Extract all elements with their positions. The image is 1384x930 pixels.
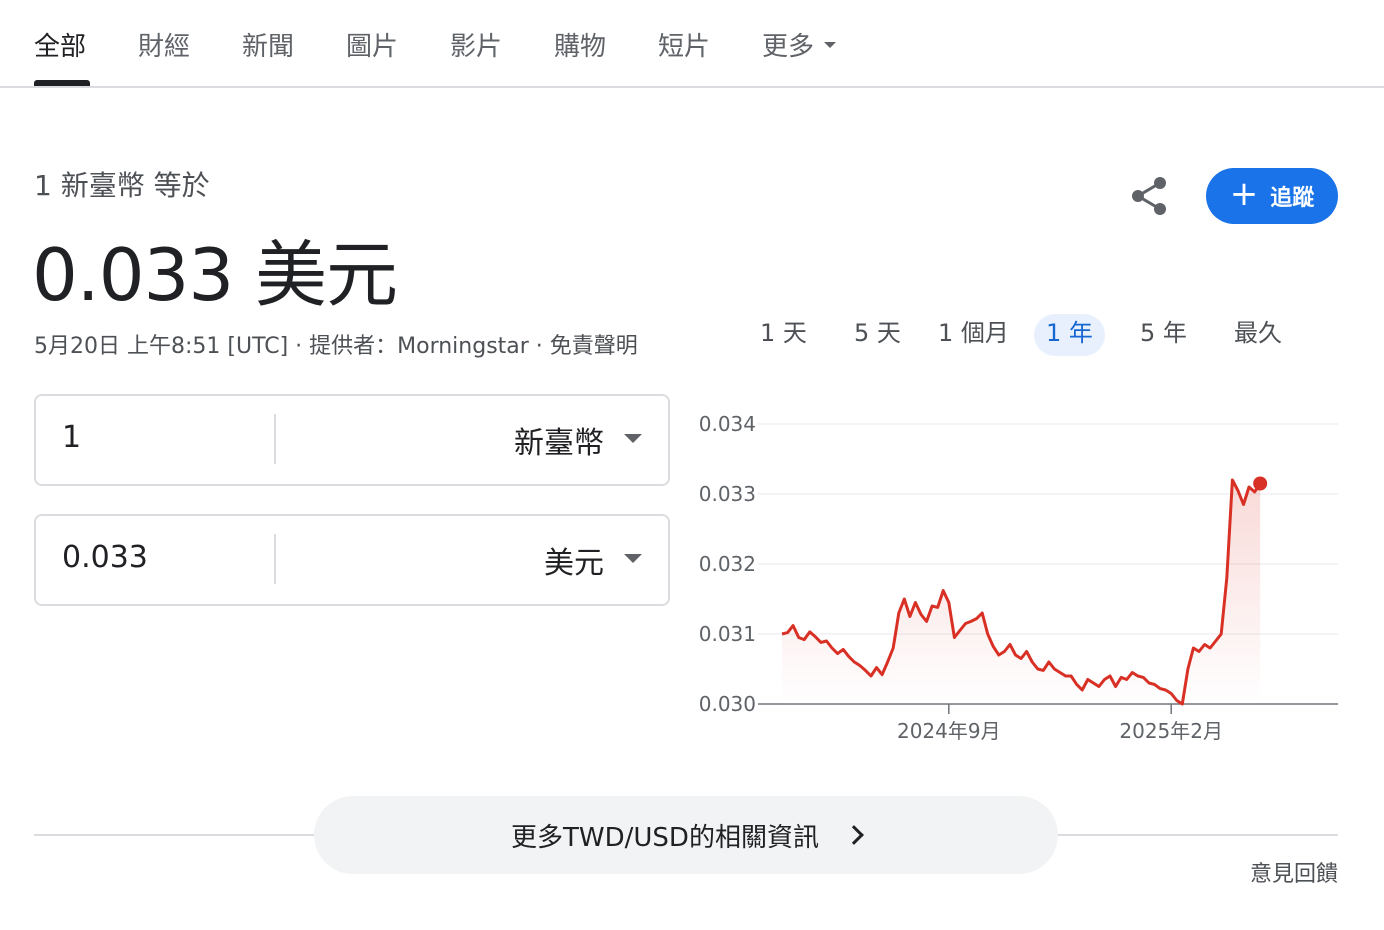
share-icon — [1132, 177, 1166, 215]
latest-point-marker — [1253, 476, 1268, 491]
conversion-meta: 5月20日 上午8:51 [UTC] · 提供者：Morningstar · 免… — [34, 334, 638, 359]
dropdown-arrow-icon[interactable] — [624, 434, 642, 443]
tab-shopping[interactable]: 購物 — [554, 26, 606, 63]
tab-more[interactable]: 更多 — [762, 26, 837, 63]
range-1d[interactable]: 1 天 — [748, 314, 819, 356]
feedback-link[interactable]: 意見回饋 — [1250, 856, 1338, 888]
from-currency-select[interactable]: 新臺幣 — [514, 418, 604, 462]
footer-divider-right — [1056, 834, 1338, 836]
follow-label: 追蹤 — [1270, 186, 1315, 211]
to-amount-input[interactable]: 0.033 — [62, 540, 148, 575]
range-1m[interactable]: 1 個月 — [926, 314, 1021, 356]
follow-button[interactable]: + 追蹤 — [1206, 168, 1338, 224]
to-currency-select[interactable]: 美元 — [544, 538, 604, 582]
active-tab-indicator — [34, 80, 90, 86]
y-tick-label: 0.030 — [699, 692, 756, 716]
y-tick-label: 0.032 — [699, 552, 756, 576]
range-max[interactable]: 最久 — [1222, 314, 1294, 356]
share-button[interactable] — [1124, 170, 1176, 222]
range-5d[interactable]: 5 天 — [842, 314, 913, 356]
y-tick-label: 0.034 — [699, 412, 756, 436]
more-info-button[interactable]: 更多TWD/USD的相關資訊 — [314, 796, 1058, 874]
exchange-rate-chart[interactable]: 0.030 0.031 0.032 0.033 0.034 2024年9月 2025年2月 — [690, 400, 1350, 760]
caret-down-icon — [824, 41, 837, 48]
range-1y[interactable]: 1 年 — [1034, 314, 1105, 356]
tab-videos[interactable]: 影片 — [450, 26, 502, 63]
divider — [274, 534, 276, 584]
more-info-label: 更多TWD/USD的相關資訊 — [511, 822, 819, 853]
x-tick-label: 2025年2月 — [1119, 719, 1223, 743]
to-currency-row: 0.033 美元 — [34, 514, 670, 606]
y-tick-label: 0.033 — [699, 482, 756, 506]
conversion-result: 0.033 美元 — [32, 233, 398, 317]
from-currency-row: 1 新臺幣 — [34, 394, 670, 486]
tab-news[interactable]: 新聞 — [242, 26, 294, 63]
tab-shorts[interactable]: 短片 — [658, 26, 710, 63]
dropdown-arrow-icon[interactable] — [624, 554, 642, 563]
y-tick-label: 0.031 — [699, 622, 756, 646]
chevron-right-icon — [844, 825, 864, 845]
search-tabs: 全部 財經 新聞 圖片 影片 購物 短片 更多 — [0, 0, 1384, 88]
plus-icon: + — [1229, 174, 1259, 214]
x-tick-label: 2024年9月 — [897, 719, 1001, 743]
divider — [274, 414, 276, 464]
from-amount-input[interactable]: 1 — [62, 420, 81, 455]
tab-finance[interactable]: 財經 — [138, 26, 190, 63]
range-5y[interactable]: 5 年 — [1128, 314, 1199, 356]
footer-divider-left — [34, 834, 316, 836]
tab-images[interactable]: 圖片 — [346, 26, 398, 63]
tab-more-label: 更多 — [762, 32, 815, 62]
conversion-from-label: 1 新臺幣 等於 — [34, 169, 210, 202]
tab-all[interactable]: 全部 — [34, 26, 86, 63]
